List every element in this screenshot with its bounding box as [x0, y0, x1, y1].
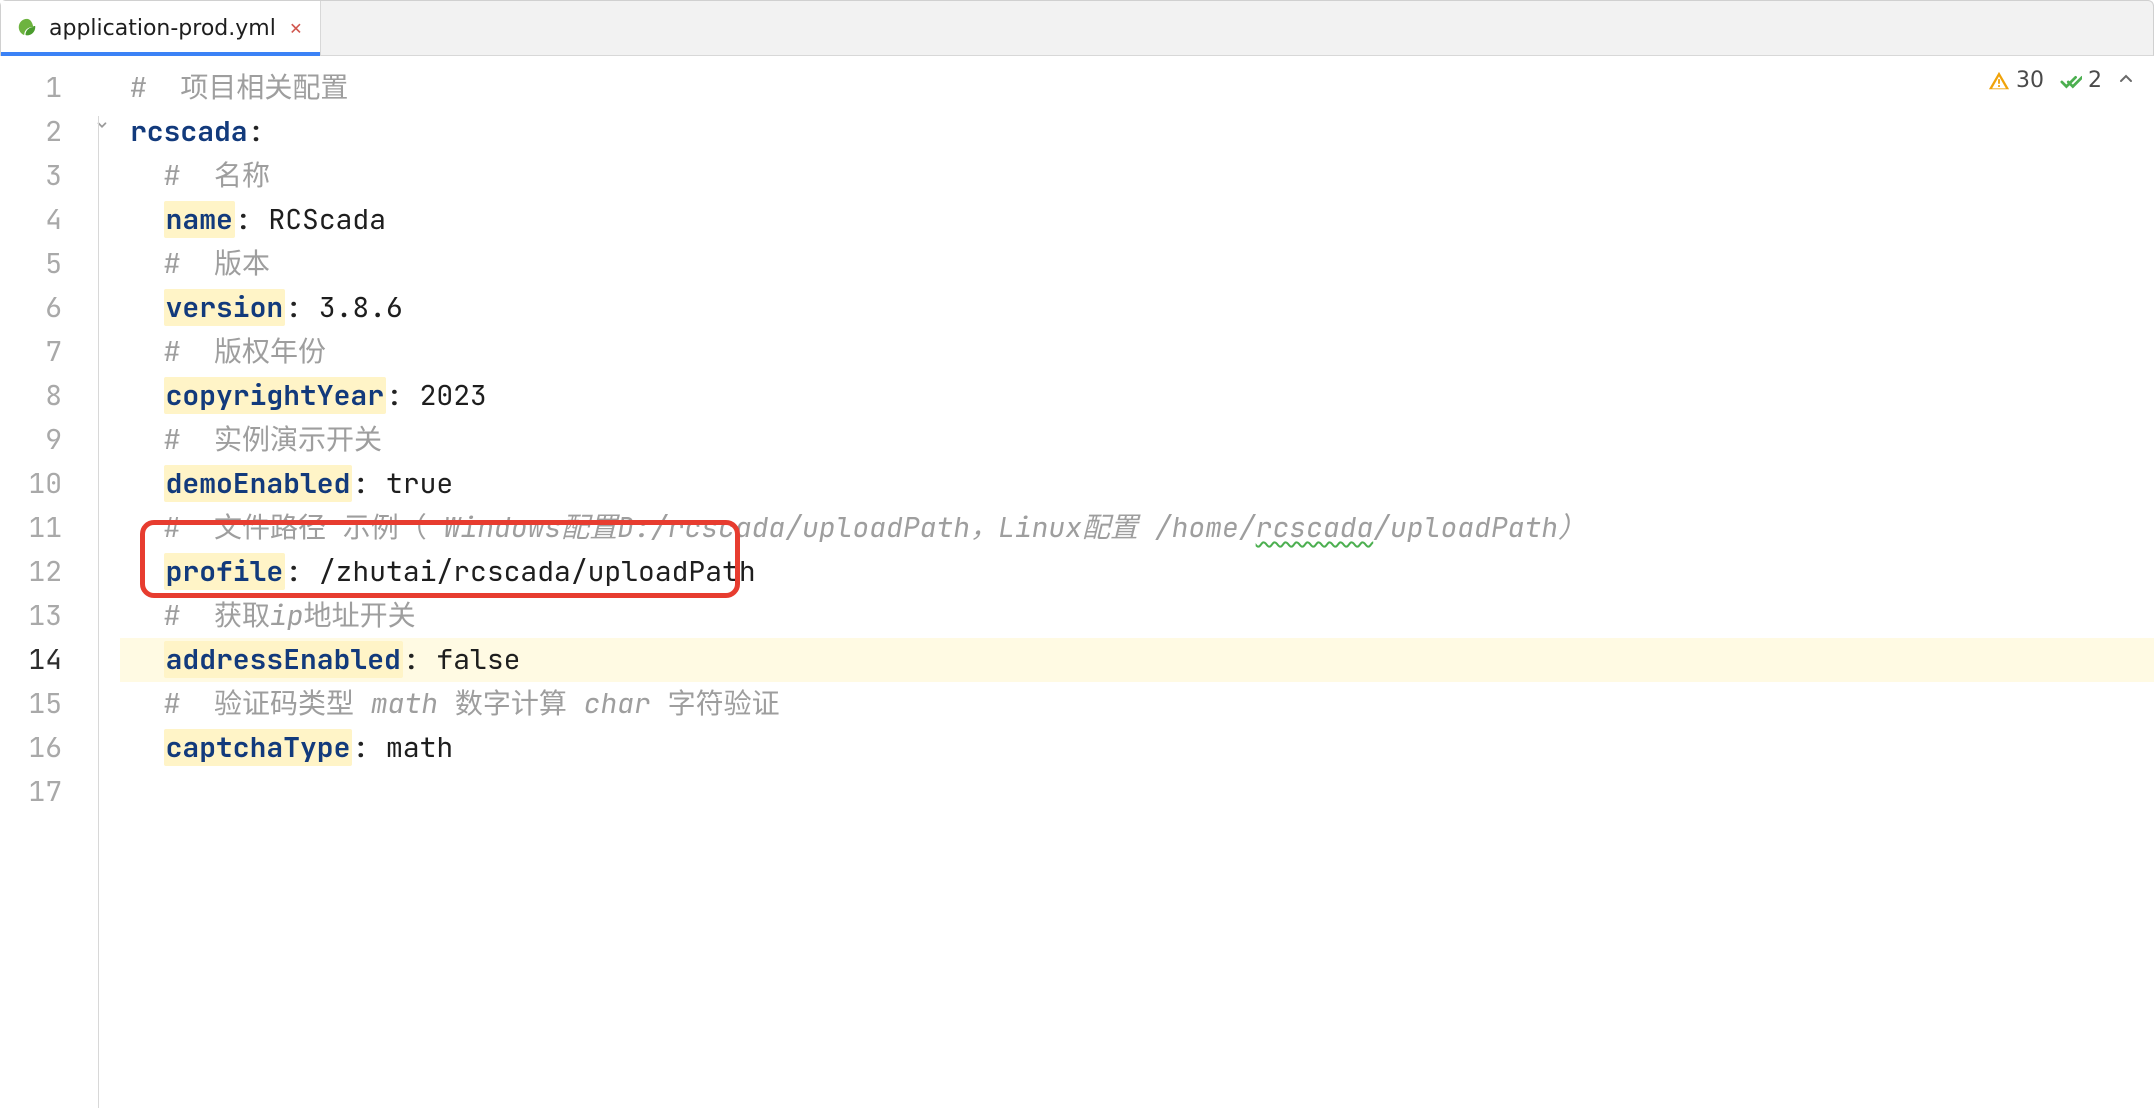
code-area[interactable]: # 项目相关配置 rcscada: # 名称 name: RCScada # 版…	[120, 56, 2154, 1108]
line-number[interactable]: 17	[0, 770, 90, 814]
line-number[interactable]: 5	[0, 242, 90, 286]
yaml-value: /zhutai/rcscada/uploadPath	[319, 553, 756, 590]
line-number[interactable]: 1	[0, 66, 90, 110]
line-number[interactable]: 15	[0, 682, 90, 726]
spring-leaf-icon	[15, 16, 39, 40]
editor-tab-bar: application-prod.yml ✕	[0, 0, 2154, 56]
fold-gutter	[90, 56, 120, 1108]
comment-text: math	[371, 685, 455, 722]
yaml-key: name	[164, 201, 235, 238]
code-line[interactable]: name: RCScada	[120, 198, 2154, 242]
tab-label: application-prod.yml	[49, 16, 276, 41]
chevron-up-icon[interactable]	[2118, 68, 2134, 93]
code-line[interactable]: # 实例演示开关	[120, 418, 2154, 462]
inspection-widget[interactable]: 30 2	[1988, 68, 2134, 93]
comment-text: Windows配置D:/rcscada/uploadPath，Linux配置 /…	[444, 509, 1256, 546]
code-line[interactable]	[120, 770, 2154, 814]
comment-text: char	[584, 685, 668, 722]
line-number[interactable]: 6	[0, 286, 90, 330]
yaml-value: 2023	[420, 377, 487, 414]
yaml-key: copyrightYear	[164, 377, 386, 414]
yaml-key: profile	[164, 553, 286, 590]
code-line[interactable]: captchaType: math	[120, 726, 2154, 770]
comment-text: 地址开关	[304, 597, 416, 634]
comment-text: # 版本	[164, 245, 270, 282]
code-line[interactable]: # 验证码类型 math 数字计算 char 字符验证	[120, 682, 2154, 726]
file-tab-application-prod[interactable]: application-prod.yml ✕	[1, 1, 321, 55]
warning-icon	[1988, 70, 2010, 92]
yaml-key: version	[164, 289, 286, 326]
warning-count: 30	[2016, 68, 2044, 93]
yaml-key: rcscada	[130, 113, 248, 150]
fold-chevron-icon[interactable]	[92, 115, 112, 135]
double-check-icon	[2060, 70, 2082, 92]
code-line[interactable]: profile: /zhutai/rcscada/uploadPath	[120, 550, 2154, 594]
code-line[interactable]: version: 3.8.6	[120, 286, 2154, 330]
comment-text: 字符验证	[668, 685, 780, 722]
code-line[interactable]: # 版本	[120, 242, 2154, 286]
code-line[interactable]: demoEnabled: true	[120, 462, 2154, 506]
comment-text: # 文件路径 示例（	[164, 509, 444, 546]
line-number[interactable]: 9	[0, 418, 90, 462]
line-number[interactable]: 10	[0, 462, 90, 506]
line-number-gutter: 1 2 3 4 5 6 7 8 9 10 11 12 13 14 15 16 1…	[0, 56, 90, 1108]
yaml-key: demoEnabled	[164, 465, 353, 502]
code-line[interactable]: # 版权年份	[120, 330, 2154, 374]
yaml-value: true	[386, 465, 453, 502]
line-number[interactable]: 11	[0, 506, 90, 550]
ok-count: 2	[2088, 68, 2102, 93]
code-line[interactable]: rcscada:	[120, 110, 2154, 154]
comment-text: # 项目相关配置	[130, 69, 348, 106]
yaml-key: captchaType	[164, 729, 353, 766]
line-number[interactable]: 4	[0, 198, 90, 242]
yaml-value: RCScada	[268, 201, 386, 238]
yaml-key: addressEnabled	[164, 641, 403, 678]
line-number[interactable]: 13	[0, 594, 90, 638]
code-line[interactable]: # 项目相关配置	[120, 66, 2154, 110]
comment-text: ip	[270, 597, 304, 634]
yaml-value: 3.8.6	[319, 289, 403, 326]
code-line[interactable]: # 名称	[120, 154, 2154, 198]
line-number[interactable]: 14	[0, 638, 90, 682]
comment-text: # 实例演示开关	[164, 421, 382, 458]
comment-text: 数字计算	[455, 685, 584, 722]
comment-text: # 版权年份	[164, 333, 326, 370]
code-line[interactable]: copyrightYear: 2023	[120, 374, 2154, 418]
yaml-value: math	[386, 729, 453, 766]
ok-indicator[interactable]: 2	[2060, 68, 2102, 93]
line-number[interactable]: 7	[0, 330, 90, 374]
comment-text: # 名称	[164, 157, 270, 194]
line-number[interactable]: 12	[0, 550, 90, 594]
yaml-value: false	[436, 641, 520, 678]
line-number[interactable]: 3	[0, 154, 90, 198]
indent-guide	[98, 116, 99, 1108]
colon: :	[248, 113, 265, 150]
close-icon[interactable]: ✕	[290, 18, 302, 38]
comment-text: # 获取	[164, 597, 270, 634]
code-line[interactable]: # 获取ip地址开关	[120, 594, 2154, 638]
code-line[interactable]: # 文件路径 示例（ Windows配置D:/rcscada/uploadPat…	[120, 506, 2154, 550]
line-number[interactable]: 8	[0, 374, 90, 418]
code-line-current[interactable]: addressEnabled: false	[120, 638, 2154, 682]
comment-text: # 验证码类型	[164, 685, 371, 722]
comment-text: /uploadPath）	[1373, 509, 1586, 546]
line-number[interactable]: 16	[0, 726, 90, 770]
warning-indicator[interactable]: 30	[1988, 68, 2044, 93]
editor: 1 2 3 4 5 6 7 8 9 10 11 12 13 14 15 16 1…	[0, 56, 2154, 1108]
line-number[interactable]: 2	[0, 110, 90, 154]
typo-text: rcscada	[1256, 509, 1374, 546]
